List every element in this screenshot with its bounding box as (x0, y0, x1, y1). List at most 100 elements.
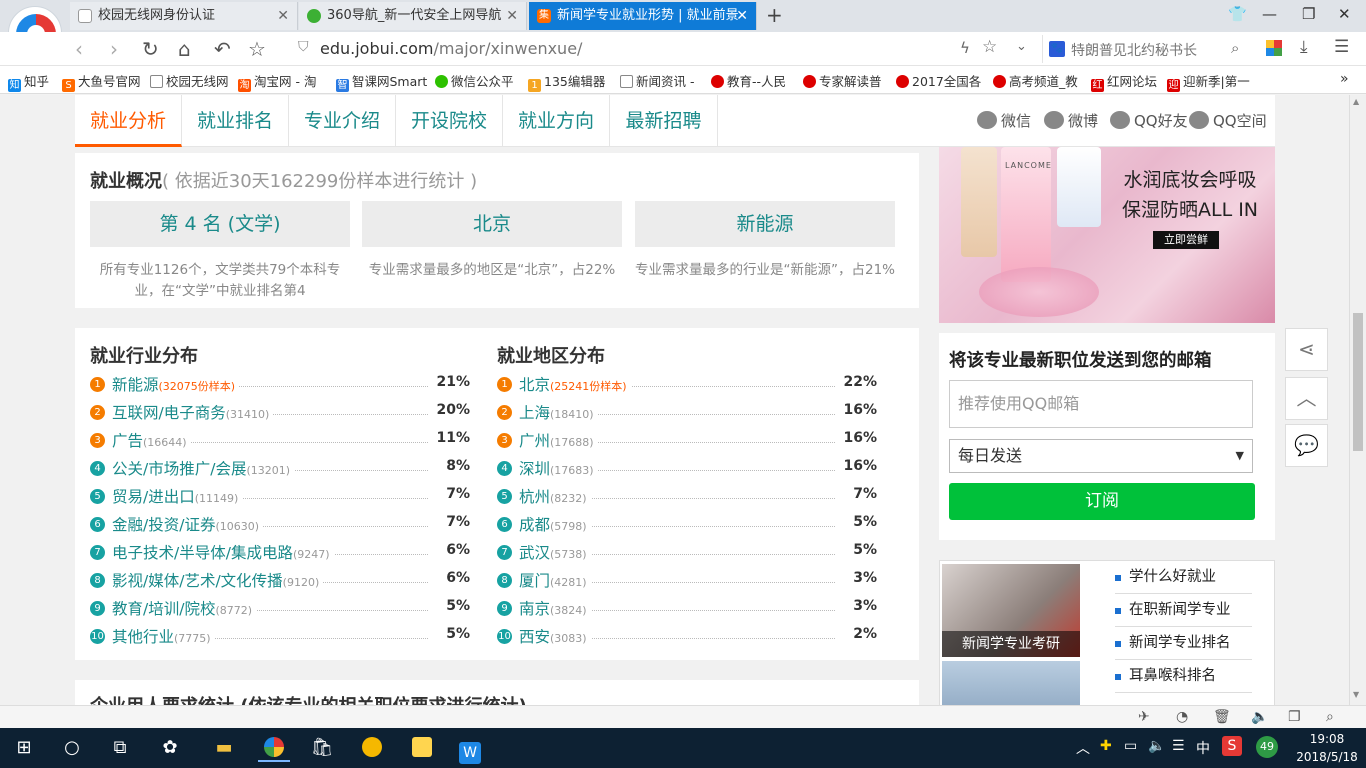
star-icon[interactable]: ☆ (248, 37, 266, 61)
bookmark-campus[interactable]: 校园无线网 (150, 71, 229, 90)
minimize-icon[interactable]: — (1262, 5, 1277, 23)
region-name-link[interactable]: 深圳(17683) (519, 457, 598, 479)
system-clock[interactable]: 19:08 2018/5/18 (1290, 730, 1364, 766)
task-view-icon[interactable]: ⧉ (104, 734, 136, 762)
bookmark-welcome[interactable]: 迎迎新季|第一 (1167, 71, 1250, 92)
share-float-button[interactable]: ⋖ (1285, 328, 1328, 371)
share-wechat[interactable]: 微信 (977, 110, 1031, 131)
tab-campus-auth[interactable]: 校园无线网身份认证 ✕ (70, 2, 298, 30)
related-link[interactable]: 新闻学专业排名 (1115, 627, 1252, 660)
region-name-link[interactable]: 武汉(5738) (519, 541, 591, 563)
home-icon[interactable]: ⌂ (178, 37, 191, 61)
share-qzone[interactable]: QQ空间 (1189, 110, 1267, 131)
window-icon[interactable]: ❐ (1288, 709, 1301, 725)
close-window-icon[interactable]: ✕ (1338, 5, 1351, 23)
file-explorer-icon[interactable]: ▬ (208, 734, 240, 762)
subscribe-button[interactable]: 订阅 (949, 483, 1255, 520)
industry-name-link[interactable]: 广告(16644) (112, 429, 191, 451)
email-field[interactable]: 推荐使用QQ邮箱 (949, 380, 1253, 428)
page-scrollbar[interactable]: ▲ ▼ (1349, 95, 1366, 705)
scrollbar-thumb[interactable] (1353, 313, 1363, 451)
url-text[interactable]: edu.jobui.com/major/xinwenxue/ (320, 39, 582, 58)
windows-start-icon[interactable]: ⊞ (8, 734, 40, 762)
close-icon[interactable]: ✕ (506, 2, 518, 30)
bookmark-zhihu[interactable]: 知知乎 (8, 71, 49, 92)
download-icon[interactable]: ⤓ (1300, 37, 1308, 57)
refresh-icon[interactable]: ↻ (142, 37, 159, 61)
browser-taskbar-icon[interactable] (258, 734, 290, 762)
notification-badge[interactable]: 49 (1256, 736, 1278, 758)
tab-recruitment[interactable]: 最新招聘 (610, 95, 718, 147)
bookmark-135[interactable]: 1 135编辑器 (528, 71, 605, 92)
industry-name-link[interactable]: 贸易/进出口(11149) (112, 485, 243, 507)
industry-name-link[interactable]: 公关/市场推广/会展(13201) (112, 457, 295, 479)
building-image[interactable] (942, 661, 1080, 705)
sogou-icon[interactable]: S (1222, 736, 1242, 756)
speed-icon[interactable]: ◔ (1176, 709, 1188, 725)
related-link[interactable]: 耳鼻喉科排名 (1115, 660, 1252, 693)
bookmark-news[interactable]: 新闻资讯 - (620, 71, 694, 90)
tab-directions[interactable]: 就业方向 (503, 95, 610, 147)
region-name-link[interactable]: 南京(3824) (519, 597, 591, 619)
tab-schools[interactable]: 开设院校 (396, 95, 503, 147)
maximize-icon[interactable]: ❐ (1302, 5, 1315, 23)
apps-icon[interactable] (1266, 40, 1282, 56)
industry-name-link[interactable]: 互联网/电子商务(31410) (112, 401, 274, 423)
bookmark-rednet[interactable]: 红红网论坛 (1091, 71, 1157, 92)
undo-icon[interactable]: ↶ (214, 37, 231, 61)
feedback-button[interactable]: 💬 (1285, 424, 1328, 467)
region-name-link[interactable]: 西安(3083) (519, 625, 591, 647)
notes-app-icon[interactable] (406, 734, 438, 762)
store-icon[interactable]: 🛍 (306, 734, 338, 762)
region-name-link[interactable]: 杭州(8232) (519, 485, 591, 507)
industry-name-link[interactable]: 其他行业(7775) (112, 625, 215, 647)
tab-employment-ranking[interactable]: 就业排名 (182, 95, 289, 147)
menu-icon[interactable]: ☰ (1334, 37, 1349, 57)
tab-360-nav[interactable]: 360导航_新一代安全上网导航 ✕ (299, 2, 527, 30)
back-icon[interactable]: ‹ (75, 37, 83, 61)
ad-try-button[interactable]: 立即尝鲜 (1153, 231, 1219, 249)
region-name-link[interactable]: 北京(25241份样本) (519, 373, 631, 395)
scroll-down-icon[interactable]: ▼ (1353, 690, 1359, 699)
related-link[interactable]: 学什么好就业 (1115, 561, 1252, 594)
trash-icon[interactable]: 🗑 (1213, 709, 1231, 725)
volume-tray-icon[interactable]: 🔈 (1148, 738, 1165, 754)
exam-image[interactable]: 新闻学专业考研 (942, 564, 1080, 657)
cortana-icon[interactable]: ○ (56, 734, 88, 762)
industry-name-link[interactable]: 电子技术/半导体/集成电路(9247) (112, 541, 334, 563)
shirt-icon[interactable]: 👕 (1228, 5, 1247, 23)
bookmark-wechat[interactable]: 微信公众平 (435, 71, 514, 90)
tab-jobui[interactable]: 集 新闻学专业就业形势 | 就业前景 ✕ (529, 2, 757, 30)
bookmark-gaokao[interactable]: 高考频道_教 (993, 71, 1078, 90)
scroll-up-icon[interactable]: ▲ (1353, 97, 1359, 106)
related-link[interactable]: 在职新闻学专业 (1115, 594, 1252, 627)
bookmarks-more[interactable]: » (1340, 71, 1349, 87)
region-name-link[interactable]: 厦门(4281) (519, 569, 591, 591)
security-tray-icon[interactable]: ✚ (1100, 738, 1112, 754)
forward-icon[interactable]: › (110, 37, 118, 61)
battery-icon[interactable]: ▭ (1124, 738, 1137, 754)
chevron-down-icon[interactable]: ⌄ (1016, 39, 1027, 54)
bookmark-taobao[interactable]: 淘淘宝网 - 淘 (238, 71, 316, 92)
region-name-link[interactable]: 上海(18410) (519, 401, 598, 423)
industry-name-link[interactable]: 金融/投资/证券(10630) (112, 513, 264, 535)
zoom-icon[interactable]: ⌕ (1326, 709, 1334, 725)
industry-name-link[interactable]: 影视/媒体/艺术/文化传播(9120) (112, 569, 324, 591)
volume-icon[interactable]: 🔈 (1251, 709, 1268, 725)
back-to-top-button[interactable]: ︿ (1285, 377, 1328, 420)
bookmark-2017[interactable]: 2017全国各 (896, 71, 981, 90)
industry-name-link[interactable]: 新能源(32075份样本) (112, 373, 240, 395)
search-box[interactable]: 🐾 特朗普见北约秘书长 ⌕ (1042, 35, 1256, 63)
notification-tray-icon[interactable]: ☰ (1172, 738, 1185, 754)
lancome-ad[interactable]: LANCOME 水润底妆会呼吸 保湿防晒ALL IN 立即尝鲜 (939, 147, 1275, 323)
360-app-icon[interactable] (356, 734, 388, 762)
close-icon[interactable]: ✕ (736, 2, 748, 30)
frequency-select[interactable]: 每日发送 ▼ (949, 439, 1253, 473)
search-input[interactable]: 特朗普见北约秘书长 (1071, 40, 1197, 60)
bookmark-people-edu[interactable]: 教育--人民 (711, 71, 786, 90)
address-bar[interactable]: ⛉ edu.jobui.com/major/xinwenxue/ ϟ ☆ ⌄ (290, 34, 1035, 62)
bookmark-zhike[interactable]: 智智课网Smart (336, 71, 427, 92)
region-name-link[interactable]: 成都(5798) (519, 513, 591, 535)
tray-expand-icon[interactable]: ︿ (1076, 738, 1090, 758)
industry-name-link[interactable]: 教育/培训/院校(8772) (112, 597, 257, 619)
